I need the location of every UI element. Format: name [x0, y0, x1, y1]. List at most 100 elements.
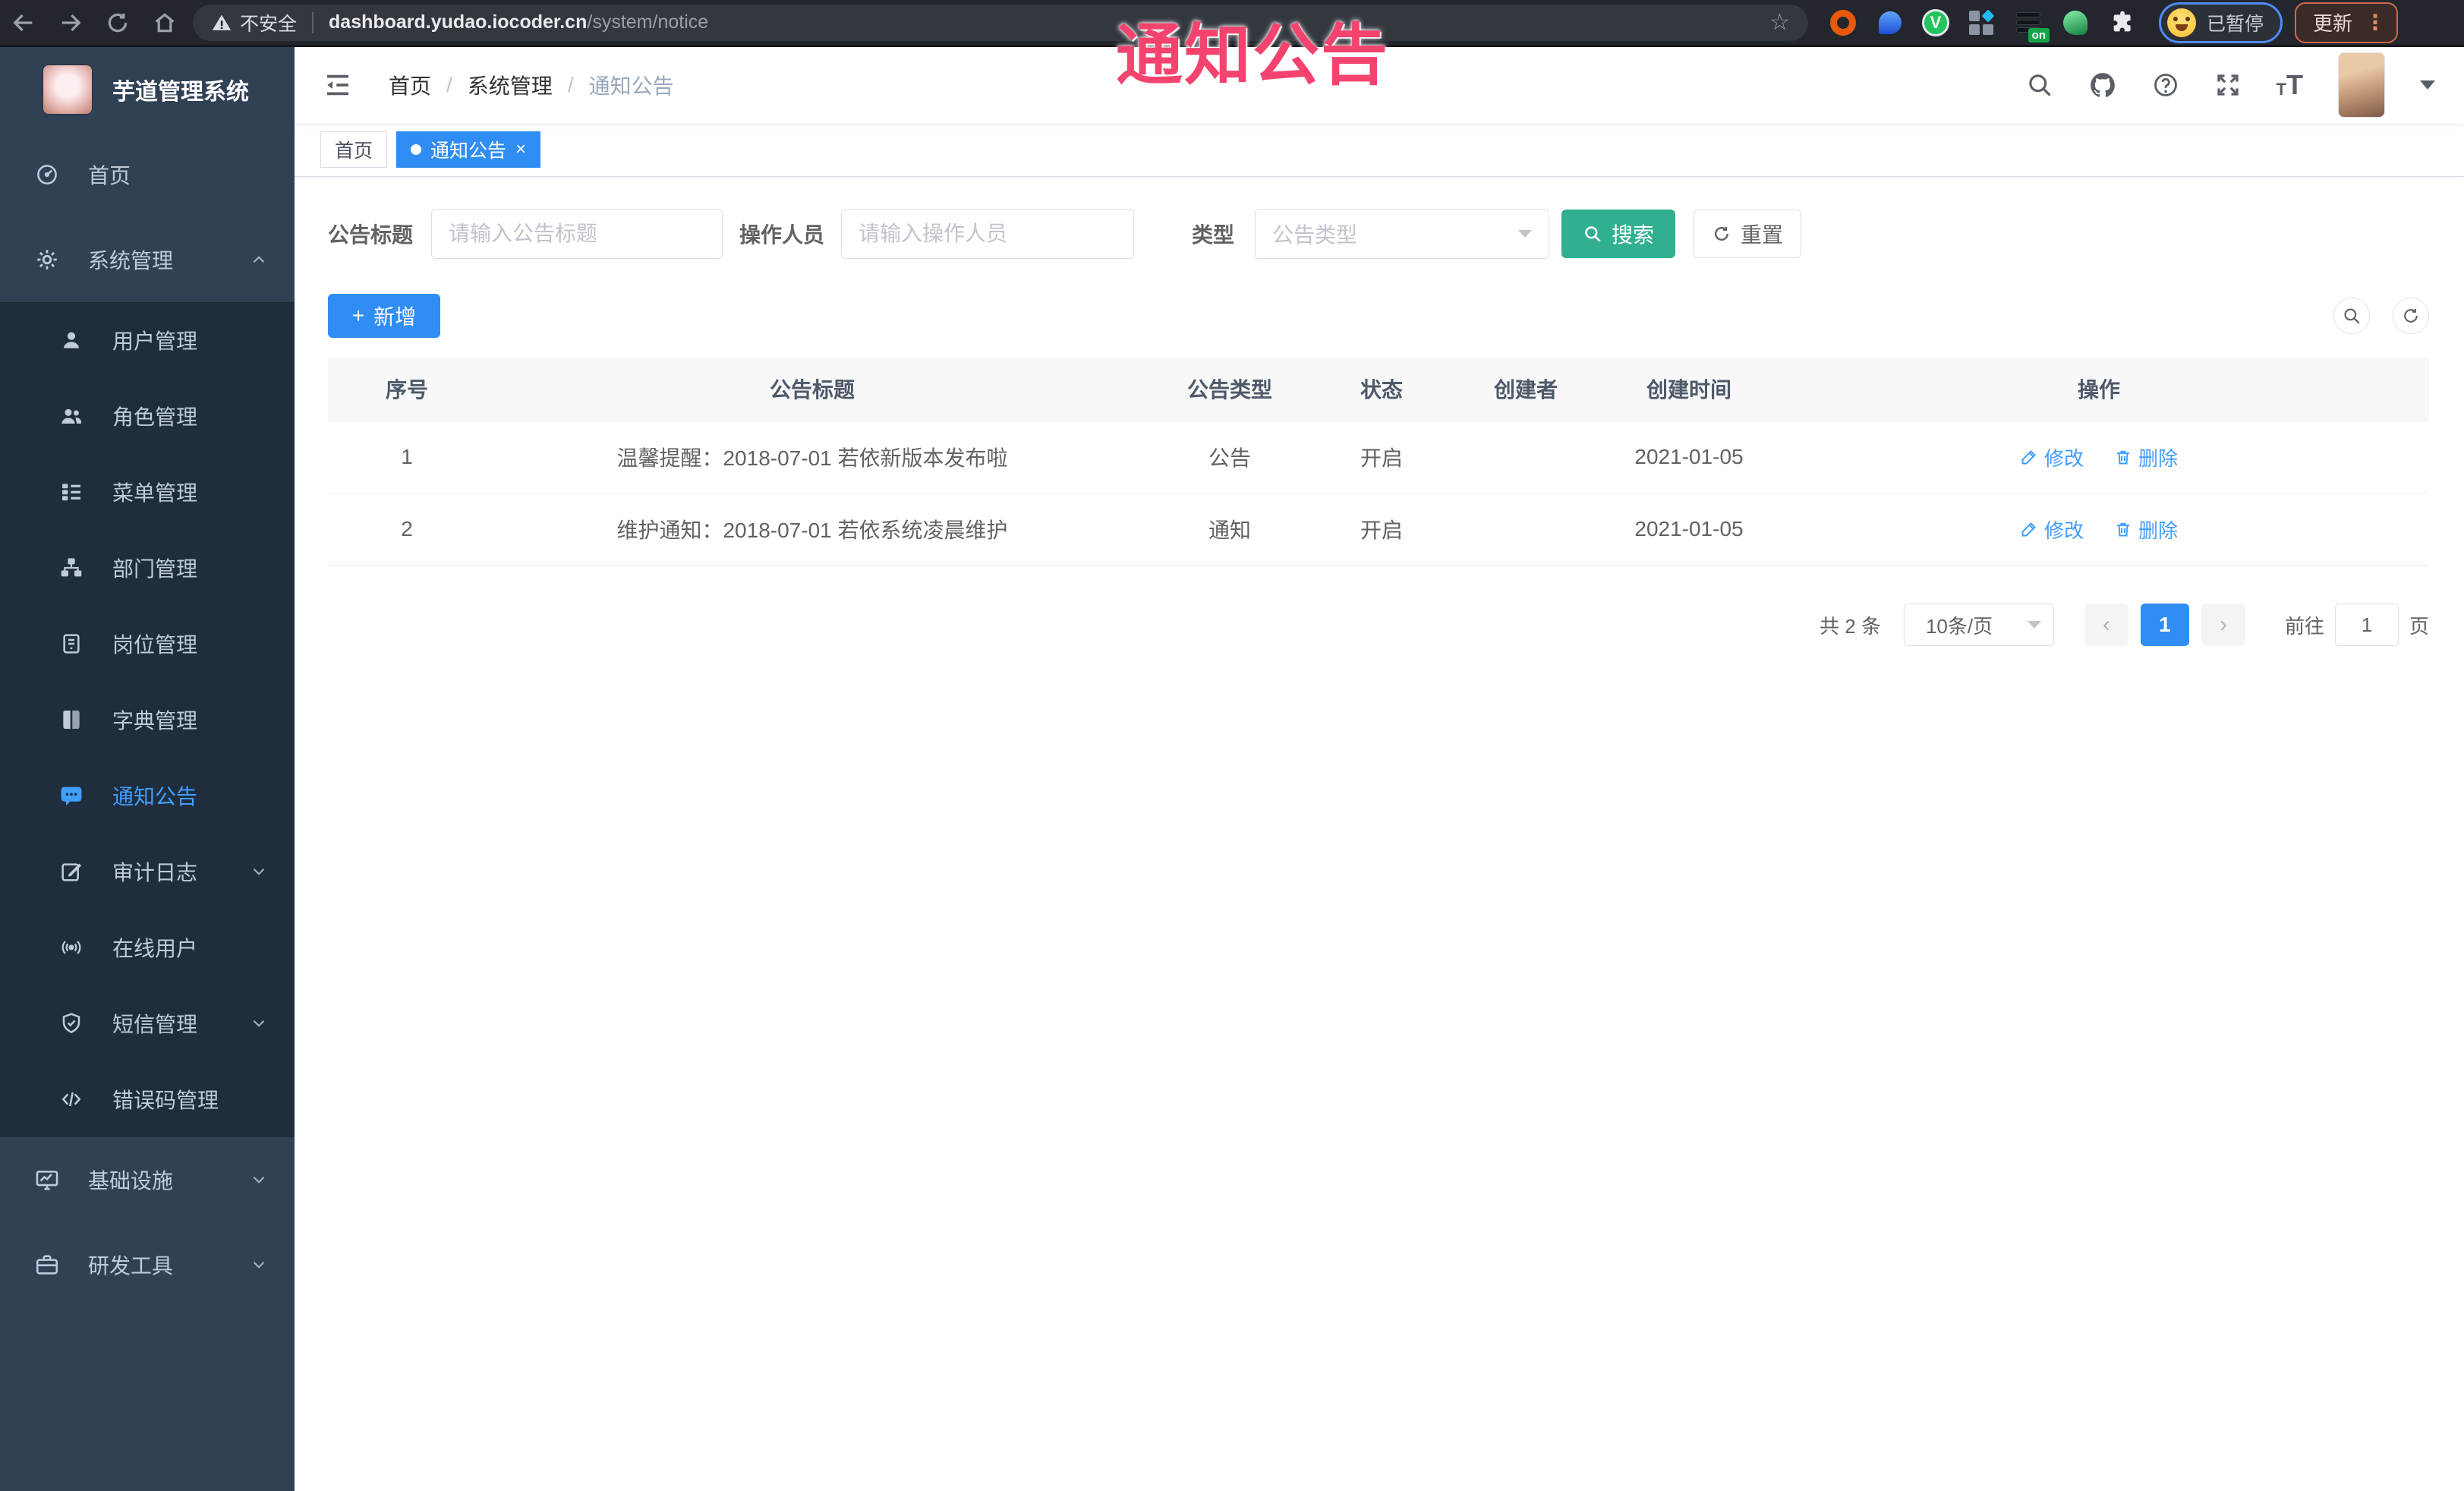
- tag-notice[interactable]: 通知公告 ×: [396, 131, 541, 168]
- user-avatar[interactable]: [2338, 52, 2385, 118]
- sidebar-item-sms[interactable]: 短信管理: [0, 985, 295, 1061]
- sidebar-item-label: 基础设施: [88, 1169, 174, 1193]
- sidebar-item-audit-log[interactable]: 审计日志: [0, 834, 295, 909]
- sidebar-item-label: 角色管理: [112, 405, 198, 429]
- cell-type: 通知: [1208, 519, 1251, 542]
- book-icon: [56, 708, 87, 732]
- table-header-row: 序号 公告标题 公告类型 状态 创建者 创建时间 操作: [328, 357, 2429, 421]
- extension-list-icon[interactable]: on: [2013, 8, 2050, 43]
- sidebar-collapse-icon[interactable]: [322, 69, 354, 101]
- notice-title-input[interactable]: [431, 209, 723, 259]
- next-page-button[interactable]: ›: [2201, 604, 2245, 646]
- edit-link[interactable]: 修改: [2020, 515, 2084, 544]
- security-warning[interactable]: 不安全: [211, 9, 297, 36]
- reload-icon[interactable]: [94, 10, 141, 36]
- refresh-table-button[interactable]: [2393, 298, 2429, 334]
- breadcrumb-system[interactable]: 系统管理: [468, 70, 553, 100]
- sidebar-item-menus[interactable]: 菜单管理: [0, 454, 295, 530]
- current-page[interactable]: 1: [2140, 604, 2189, 646]
- forward-icon[interactable]: [47, 10, 94, 36]
- paused-label: 已暂停: [2207, 13, 2264, 35]
- app-logo-row: 芋道管理系统: [0, 47, 295, 132]
- table-toolbar: + 新增: [328, 292, 2429, 339]
- url-bar[interactable]: 不安全 dashboard.yudao.iocoder.cn /system/n…: [193, 4, 1808, 41]
- sidebar-submenu-system: 用户管理 角色管理 菜单管理 部门管理 岗位管理 字典管理 通知公告 审计日志 …: [0, 302, 295, 1137]
- sidebar-item-system[interactable]: 系统管理: [0, 217, 295, 302]
- sidebar-item-online-users[interactable]: 在线用户: [0, 909, 295, 985]
- puzzle-extensions-icon[interactable]: [2107, 8, 2138, 38]
- back-icon[interactable]: [0, 10, 47, 36]
- operator-input[interactable]: [841, 209, 1135, 259]
- sidebar-item-label: 用户管理: [112, 329, 198, 353]
- fullscreen-icon[interactable]: [2214, 71, 2242, 99]
- notice-type-select[interactable]: 公告类型: [1255, 209, 1550, 259]
- extension-donut-icon[interactable]: [1828, 8, 1858, 38]
- select-caret-icon: [1518, 230, 1533, 238]
- users-icon: [56, 404, 87, 428]
- breadcrumb: 首页 / 系统管理 / 通知公告: [389, 70, 674, 100]
- extension-pin-icon[interactable]: [1875, 8, 1905, 38]
- select-caret-icon: [2027, 621, 2041, 629]
- add-button[interactable]: + 新增: [328, 294, 440, 338]
- close-icon[interactable]: ×: [515, 139, 526, 160]
- search-button[interactable]: 搜索: [1561, 210, 1676, 258]
- help-icon[interactable]: [2152, 71, 2179, 99]
- avatar-caret-down-icon[interactable]: [2420, 80, 2435, 90]
- extension-green-icon[interactable]: V: [1922, 8, 1949, 36]
- sidebar-item-label: 通知公告: [112, 785, 198, 809]
- shield-check-icon: [56, 1011, 87, 1036]
- github-icon[interactable]: [2088, 71, 2117, 99]
- sidebar-item-notice[interactable]: 通知公告: [0, 758, 295, 834]
- search-button-label: 搜索: [1612, 223, 1655, 247]
- breadcrumb-current: 通知公告: [588, 74, 674, 98]
- refresh-icon: [2404, 308, 2418, 323]
- col-header-title: 公告标题: [769, 378, 855, 402]
- url-divider: [312, 11, 314, 33]
- trash-icon: [2117, 522, 2129, 537]
- plus-icon: +: [351, 304, 365, 327]
- breadcrumb-home[interactable]: 首页: [389, 70, 431, 100]
- search-icon[interactable]: [2026, 71, 2053, 99]
- browser-menu-icon[interactable]: ⋮: [2365, 10, 2386, 35]
- extension-grid-icon[interactable]: [1966, 8, 1996, 38]
- sidebar-item-error-codes[interactable]: 错误码管理: [0, 1061, 295, 1137]
- sidebar-item-departments[interactable]: 部门管理: [0, 530, 295, 606]
- goto-page-input[interactable]: [2334, 604, 2399, 646]
- tag-home[interactable]: 首页: [320, 131, 388, 168]
- font-size-icon[interactable]: TT: [2277, 71, 2303, 98]
- sidebar-item-roles[interactable]: 角色管理: [0, 378, 295, 454]
- sidebar-item-dict[interactable]: 字典管理: [0, 682, 295, 758]
- pencil-icon: [2021, 522, 2036, 537]
- extension-leaf-icon[interactable]: [2060, 8, 2091, 38]
- delete-link[interactable]: 删除: [2114, 515, 2178, 544]
- cell-actions: 修改 删除: [1769, 515, 2429, 544]
- sidebar-item-users[interactable]: 用户管理: [0, 302, 295, 378]
- bookmark-star-icon[interactable]: ☆: [1769, 9, 1790, 36]
- monitor-chart-icon: [32, 1167, 62, 1193]
- sidebar-item-posts[interactable]: 岗位管理: [0, 606, 295, 682]
- dashboard-icon: [32, 162, 62, 188]
- reset-button[interactable]: 重置: [1694, 210, 1802, 258]
- prev-page-button[interactable]: ‹: [2084, 604, 2128, 646]
- page-size-select[interactable]: 10条/页: [1903, 604, 2054, 646]
- delete-link[interactable]: 删除: [2114, 443, 2178, 471]
- sidebar-item-dev-tools[interactable]: 研发工具: [0, 1222, 295, 1307]
- toggle-search-button[interactable]: [2333, 298, 2370, 334]
- reset-button-label: 重置: [1741, 223, 1784, 247]
- active-dot: [411, 144, 422, 155]
- home-icon[interactable]: [141, 10, 188, 36]
- browser-update-button[interactable]: 更新 ⋮: [2295, 2, 2399, 43]
- sidebar-item-infra[interactable]: 基础设施: [0, 1137, 295, 1222]
- on-badge: on: [2028, 27, 2050, 43]
- col-header-index: 序号: [385, 378, 428, 402]
- cell-status: 开启: [1360, 446, 1403, 470]
- cell-status: 开启: [1360, 519, 1403, 542]
- col-header-status: 状态: [1360, 378, 1403, 402]
- message-bubble-icon: [56, 783, 87, 809]
- sidebar-item-home[interactable]: 首页: [0, 132, 295, 217]
- browser-profile-badge[interactable]: 已暂停: [2159, 2, 2283, 43]
- breadcrumb-separator: /: [446, 73, 452, 96]
- search-icon: [2344, 308, 2360, 324]
- edit-link[interactable]: 修改: [2020, 443, 2084, 471]
- user-icon: [56, 328, 87, 352]
